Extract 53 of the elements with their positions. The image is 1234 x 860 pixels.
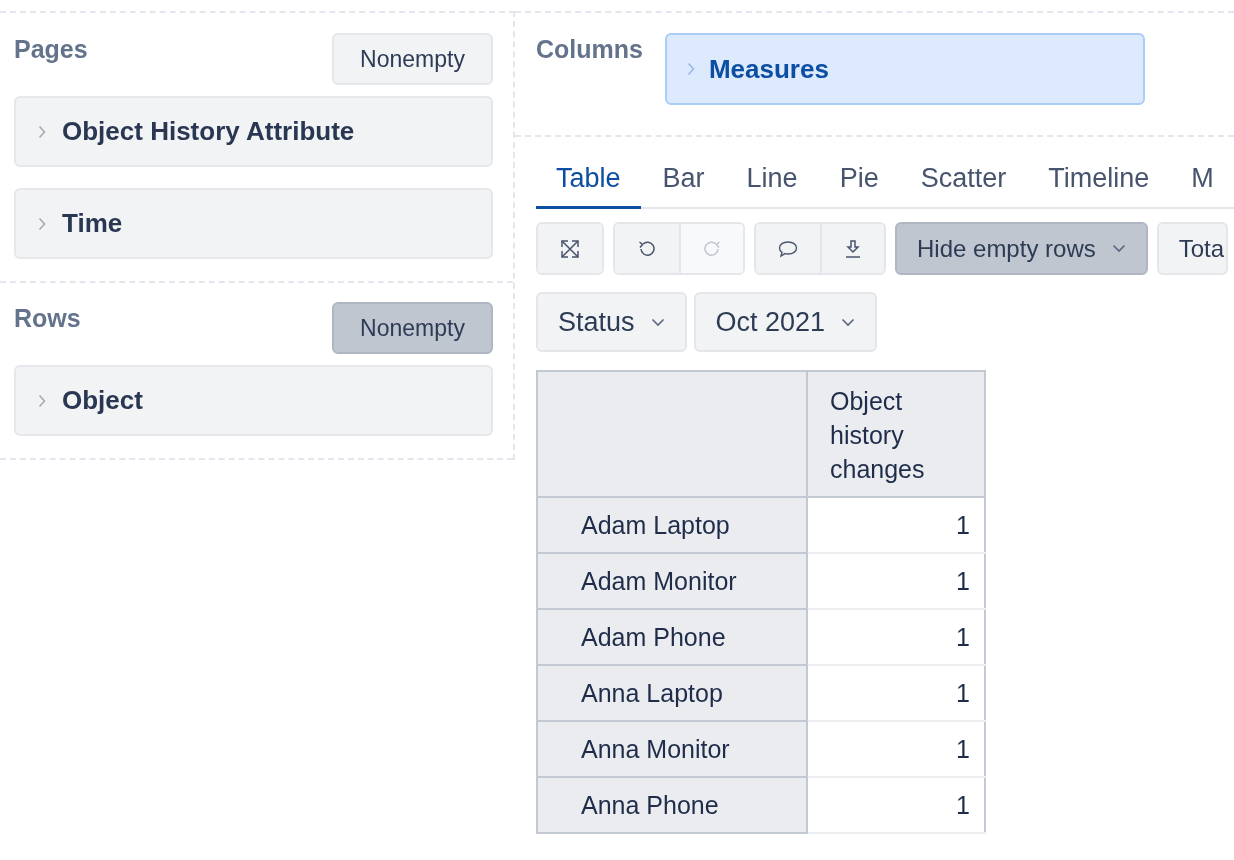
- view-tab[interactable]: M: [1171, 155, 1234, 207]
- chevron-right-icon: [38, 393, 46, 408]
- row-header: Anna Phone: [537, 777, 807, 833]
- table-cell: 1: [807, 777, 985, 833]
- view-tab[interactable]: Scatter: [900, 155, 1027, 207]
- view-tab[interactable]: Pie: [819, 155, 899, 207]
- nonempty-button[interactable]: Nonempty: [332, 302, 493, 354]
- view-tab[interactable]: Timeline: [1028, 155, 1170, 207]
- section-title: Rows: [14, 304, 81, 333]
- row-header: Adam Phone: [537, 609, 807, 665]
- dimension-pill[interactable]: Object History Attribute: [14, 96, 493, 167]
- caret-icon: [841, 317, 856, 327]
- dimension-label: Object: [62, 385, 143, 416]
- column-header: Object history changes: [807, 371, 985, 497]
- table-cell: 1: [807, 665, 985, 721]
- row-header: Anna Monitor: [537, 721, 807, 777]
- download-icon: [843, 238, 863, 259]
- filter-dropdown[interactable]: Oct 2021: [693, 292, 878, 352]
- row-header: Anna Laptop: [537, 665, 807, 721]
- measures-pill[interactable]: Measures: [664, 33, 1145, 105]
- expand-arrows-icon: [560, 238, 580, 259]
- chevron-right-icon: [686, 62, 695, 76]
- dimension-label: Object History Attribute: [62, 116, 355, 147]
- caret-icon: [1111, 244, 1126, 253]
- toolbar-button[interactable]: [756, 224, 820, 273]
- hide-empty-rows-dropdown[interactable]: Hide empty rows: [895, 222, 1148, 275]
- dimension-pill[interactable]: Time: [14, 188, 493, 259]
- toolbar-button[interactable]: [615, 224, 679, 273]
- chevron-right-icon: [38, 124, 46, 139]
- toolbar-button[interactable]: [820, 224, 884, 273]
- speech-bubble-icon: [778, 238, 798, 259]
- totals-button[interactable]: Tota: [1156, 222, 1229, 275]
- section-title: Columns: [536, 35, 643, 65]
- view-tab[interactable]: Line: [726, 155, 818, 207]
- nonempty-button[interactable]: Nonempty: [332, 33, 493, 85]
- table-cell: 1: [807, 721, 985, 777]
- row-header: Adam Laptop: [537, 497, 807, 553]
- row-header: Adam Monitor: [537, 553, 807, 609]
- view-tab[interactable]: Bar: [642, 155, 725, 207]
- redo-icon: [702, 238, 722, 259]
- section-title: Pages: [14, 35, 88, 64]
- measures-label: Measures: [708, 53, 829, 85]
- dimension-label: Time: [62, 208, 123, 239]
- caret-icon: [650, 317, 665, 327]
- toolbar-button[interactable]: [538, 224, 602, 273]
- dimension-pill[interactable]: Object: [14, 365, 493, 436]
- view-tab[interactable]: Table: [536, 155, 641, 209]
- table-cell: 1: [807, 553, 985, 609]
- chevron-right-icon: [38, 216, 46, 231]
- undo-icon: [637, 238, 657, 259]
- table-cell: 1: [807, 497, 985, 553]
- filter-dropdown[interactable]: Status: [536, 292, 687, 352]
- table-cell: 1: [807, 609, 985, 665]
